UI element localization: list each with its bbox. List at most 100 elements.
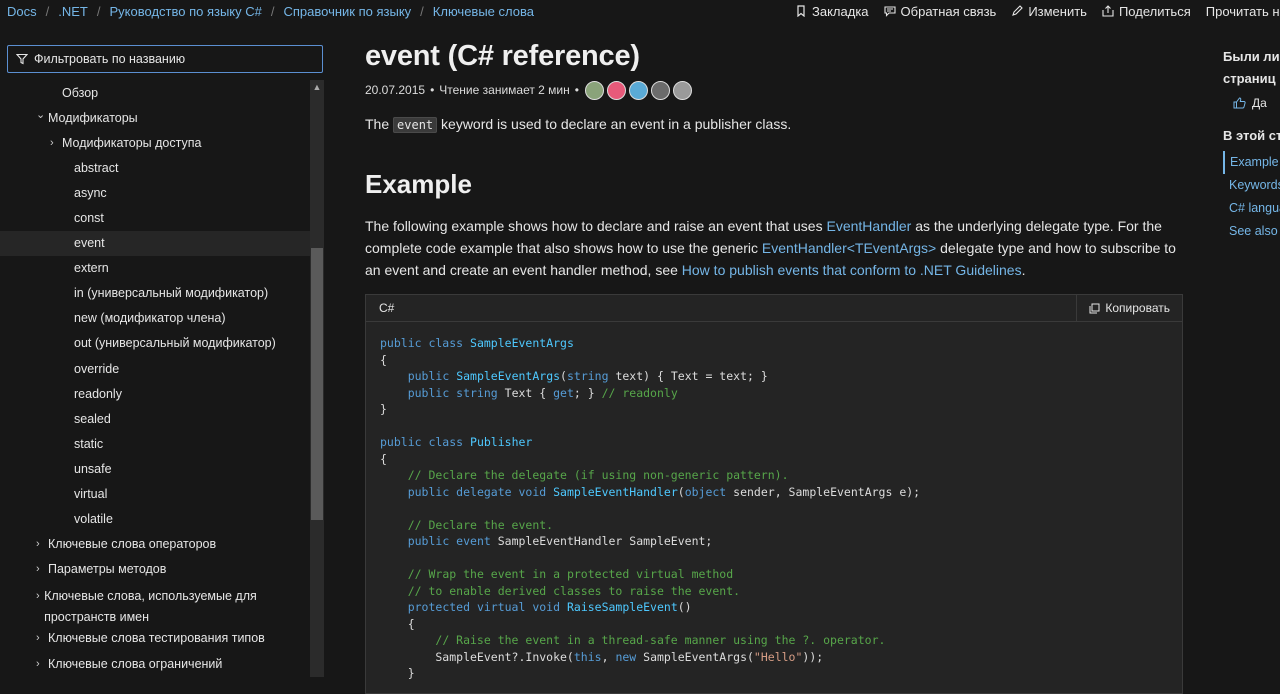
chevron-right-icon: › [36,589,40,602]
toc-item[interactable]: override [0,356,310,381]
para-text: The following example shows how to decla… [365,218,827,234]
toc-item[interactable]: › Параметры методов [0,557,310,582]
toc-item[interactable]: › Ключевые слова ограничений [0,651,310,676]
article-meta: 20.07.2015 • Чтение занимает 2 мин • [365,80,692,100]
toc-item-label: virtual [74,487,108,502]
thumbs-up-icon [1233,97,1246,109]
breadcrumb-separator: / [45,3,50,19]
toc-item-label: Ключевые слова, используемые для простра… [44,588,257,624]
filter-input[interactable] [34,52,304,66]
read-in-label: Прочитать на ан [1205,3,1280,19]
code-header: C# Копировать [366,294,1182,322]
feedback-button[interactable]: Обратная связь [883,4,996,19]
toc-item-label: async [74,185,107,200]
code-content: public class SampleEventArgs { public Sa… [380,336,921,680]
yes-button[interactable]: Да [1223,96,1280,110]
section-heading-example: Example [365,169,472,199]
bookmark-icon [797,5,805,17]
on-this-page-list: ExampleKeywordsC# languaSee also [1223,151,1280,243]
inline-code: event [393,117,438,133]
bookmark-button[interactable]: Закладка [795,4,869,19]
toc-item[interactable]: › Ключевые слова тестирования типов [0,626,310,651]
toc-item[interactable]: const [0,205,310,230]
link-eventhandler-generic[interactable]: EventHandler<TEventArgs> [762,240,936,256]
contributor-avatar[interactable] [672,80,692,100]
toc-item-label: new (модификатор члена) [74,311,226,326]
page-title: event (C# reference) [365,40,640,72]
para-text: . [1021,262,1026,278]
link-eventhandler[interactable]: EventHandler [827,218,912,234]
toc-item[interactable]: sealed [0,406,310,431]
toc-item[interactable]: in (универсальный модификатор) [0,281,310,306]
breadcrumb: Docs / .NET / Руководство по языку C# / … [0,4,534,19]
toc-item-label: const [74,211,104,226]
contributor-avatar[interactable] [606,80,626,100]
toc-item-label: abstract [74,160,119,175]
toc-item[interactable]: out (универсальный модификатор) [0,331,310,356]
toc-item-label: Ключевые слова ограничений [48,656,223,671]
on-this-page-link[interactable]: C# langua [1223,197,1280,220]
scroll-up-arrow-icon[interactable]: ▲ [310,80,324,94]
code-language: C# [379,301,395,315]
toc-item[interactable]: volatile [0,507,310,532]
toc-item[interactable]: async [0,180,310,205]
on-this-page-link[interactable]: Keywords [1223,174,1280,197]
lead-paragraph: The event keyword is used to declare an … [365,116,791,133]
chevron-right-icon: › [50,136,54,149]
toc-item[interactable]: abstract [0,155,310,180]
toc-item[interactable]: virtual [0,482,310,507]
toc-item-label: event [74,236,105,251]
example-paragraph: The following example shows how to decla… [365,215,1183,281]
article-date: 20.07.2015 [365,83,426,97]
toc-item[interactable]: static [0,431,310,456]
breadcrumb-keywords[interactable]: Ключевые слова [433,4,534,19]
toc-item[interactable]: › Ключевые слова операторов [0,532,310,557]
copy-label: Копировать [1105,301,1170,315]
toc-item-label: sealed [74,411,111,426]
breadcrumb-separator: / [96,3,101,19]
toc-item-label: unsafe [74,461,112,476]
contributor-avatar[interactable] [650,80,670,100]
contributor-avatar[interactable] [628,80,648,100]
toc-item[interactable]: › Ключевые слова, используемые для простр… [0,582,310,626]
breadcrumb-language-reference[interactable]: Справочник по языку [284,4,412,19]
on-this-page-link[interactable]: Example [1223,151,1280,174]
breadcrumb-separator: / [270,3,275,19]
toc-item[interactable]: event [0,230,310,256]
toc-item[interactable]: new (модификатор члена) [0,306,310,331]
sidebar: Обзор ⌄ Модификаторы › Модификаторы доступа a… [0,80,324,677]
share-button[interactable]: Поделиться [1102,4,1191,19]
toc-item[interactable]: › Модификаторы доступа [0,130,310,155]
toc-item[interactable]: ⌄ Модификаторы [0,105,310,130]
toc-item-label: Параметры методов [48,562,167,577]
code-block: C# Копировать public class SampleEventAr… [365,294,1183,694]
link-publish-events[interactable]: How to publish events that conform to .N… [682,262,1022,278]
yes-label: Да [1252,96,1267,110]
lead-text: The [365,116,394,132]
copy-button[interactable]: Копировать [1076,294,1182,322]
toc-item-label: volatile [74,512,113,527]
toc-item-label: Ключевые слова тестирования типов [48,631,265,646]
feedback-question-line: страниц [1223,71,1276,86]
on-this-page-link[interactable]: See also [1223,220,1280,243]
toc-item[interactable]: Обзор [0,80,310,105]
contributor-avatar[interactable] [584,80,604,100]
toc-item[interactable]: unsafe [0,456,310,481]
breadcrumb-dotnet[interactable]: .NET [58,4,88,19]
edit-button[interactable]: Изменить [1011,4,1087,19]
toc-item-label: readonly [74,386,122,401]
feedback-question-line: Были ли [1223,49,1280,64]
filter-icon [16,53,28,65]
page-actions: Закладка Обратная связь Изменить Поделит… [795,0,1280,22]
breadcrumb-docs[interactable]: Docs [7,4,37,19]
chevron-right-icon: › [36,563,40,576]
breadcrumb-separator: / [420,3,424,19]
read-in-language-button[interactable]: Прочитать на ан [1206,4,1280,19]
scroll-thumb[interactable] [311,248,323,520]
toc-item[interactable]: readonly [0,381,310,406]
bookmark-label: Закладка [812,3,869,19]
toc-item-label: Модификаторы [48,110,138,125]
toc-item[interactable]: extern [0,256,310,281]
breadcrumb-csharp-guide[interactable]: Руководство по языку C# [110,4,262,19]
sidebar-scrollbar[interactable]: ▲ [310,80,324,677]
